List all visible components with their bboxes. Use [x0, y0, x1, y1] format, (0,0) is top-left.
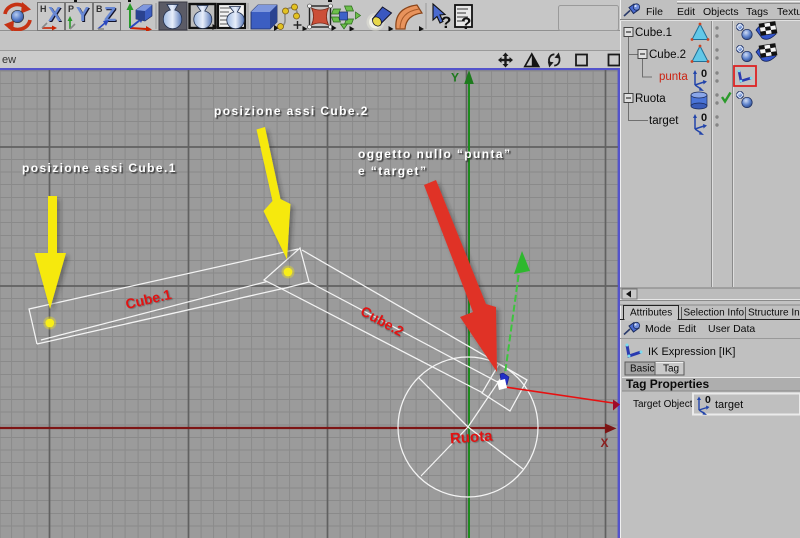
svg-text:Attributes: Attributes [630, 308, 672, 319]
svg-text:X: X [48, 4, 62, 26]
svg-text:0: 0 [705, 394, 711, 406]
svg-text:?: ? [441, 13, 451, 31]
svg-text:Tag Properties: Tag Properties [626, 377, 709, 391]
svg-text:target: target [649, 115, 679, 127]
svg-text:User Data: User Data [708, 323, 755, 335]
svg-text:IK Expression [IK]: IK Expression [IK] [648, 346, 735, 358]
svg-text:target: target [715, 399, 743, 411]
svg-text:Objects: Objects [703, 6, 739, 18]
svg-text:B: B [96, 4, 103, 14]
svg-text:Tags: Tags [746, 6, 768, 18]
svg-text:X: X [601, 436, 609, 450]
svg-text:File: File [646, 6, 663, 18]
svg-text:0: 0 [701, 112, 707, 124]
svg-text:Mode: Mode [645, 323, 671, 335]
svg-text:H: H [40, 4, 47, 14]
svg-text:Tag: Tag [663, 364, 679, 375]
svg-text:Textur: Textur [777, 6, 800, 18]
svg-text:Selection Info: Selection Info [684, 308, 745, 319]
svg-text:Edit: Edit [678, 323, 696, 335]
svg-text:Cube.1: Cube.1 [635, 27, 672, 39]
svg-text:Cube.2: Cube.2 [649, 49, 686, 61]
svg-text:P: P [68, 4, 74, 14]
svg-text:0: 0 [701, 68, 707, 80]
svg-text:Ruota: Ruota [635, 93, 666, 105]
svg-text:Structure In: Structure In [748, 308, 800, 319]
svg-text:?: ? [461, 14, 471, 31]
svg-text:punta: punta [659, 71, 688, 83]
svg-text:Y: Y [76, 4, 90, 26]
svg-text:Y: Y [451, 71, 459, 85]
svg-text:Basic: Basic [630, 364, 654, 375]
svg-text:Target Object: Target Object [633, 399, 693, 410]
svg-text:Edit: Edit [677, 6, 695, 18]
